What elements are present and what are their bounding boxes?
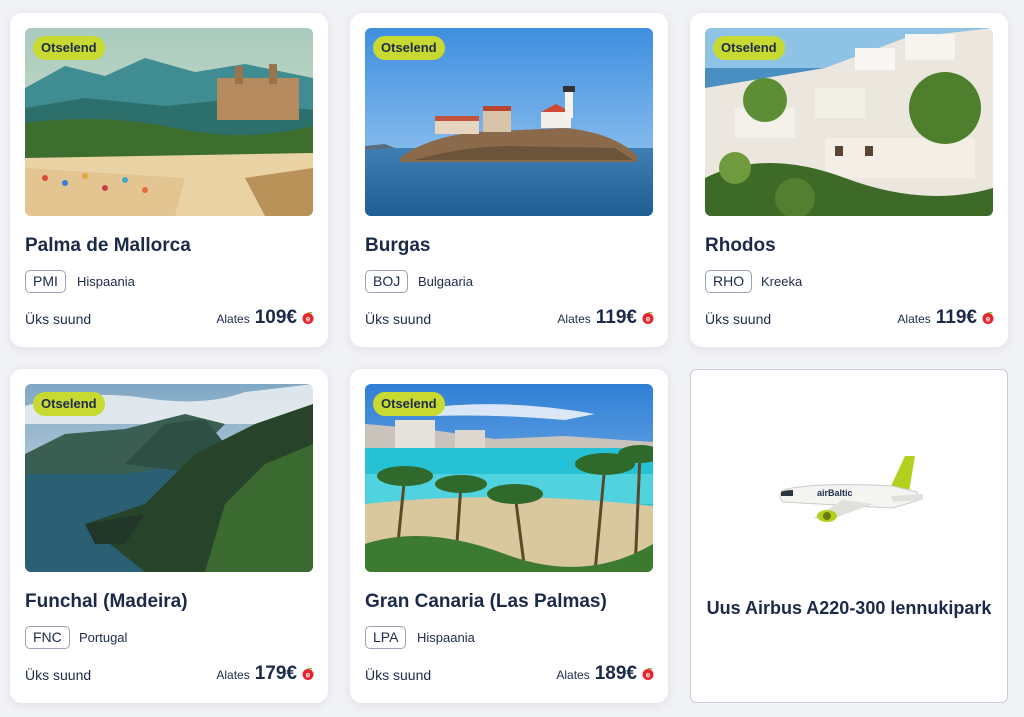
price-block: Alates 109€ e [216, 307, 314, 329]
svg-text:e: e [306, 671, 311, 680]
one-way-label: Üks suund [365, 667, 432, 683]
price-amount: 119€ [595, 307, 637, 328]
euro-icon: e [302, 312, 314, 324]
destination-card-burgas[interactable]: Otselend Burgas BOJ Bulgaaria Üks suund … [350, 13, 668, 347]
price-block: Alates 189€ e [556, 663, 654, 685]
price-amount: 119€ [935, 307, 977, 328]
price-amount: 189€ [594, 663, 637, 684]
airport-code-tag: RHO [705, 270, 753, 293]
destination-city: Palma de Mallorca [25, 235, 191, 256]
destination-card-gran-canaria[interactable]: Otselend Gran Canaria (Las Palmas) LPA H… [350, 369, 668, 703]
price-from-label: Alates [897, 312, 931, 326]
price-amount: 109€ [254, 307, 297, 328]
destination-city: Funchal (Madeira) [25, 591, 188, 612]
direct-flight-badge: Otselend [33, 36, 105, 60]
euro-icon: e [302, 668, 314, 680]
destination-country: Hispaania [417, 630, 475, 645]
airplane-illustration: airBaltic [779, 456, 923, 522]
direct-flight-badge: Otselend [33, 392, 105, 416]
price-from-label: Alates [556, 668, 590, 682]
destination-city: Rhodos [705, 235, 776, 256]
price-block: Alates 179€ e [216, 663, 314, 685]
direct-flight-badge: Otselend [713, 36, 785, 60]
direct-flight-badge: Otselend [373, 36, 445, 60]
airport-code-tag: FNC [25, 626, 70, 649]
svg-text:e: e [306, 315, 311, 324]
airport-code-tag: PMI [25, 270, 66, 293]
destination-country: Bulgaaria [418, 274, 473, 289]
promo-title: Uus Airbus A220-300 lennukipark [706, 598, 992, 618]
destination-photo: Otselend [365, 384, 653, 572]
one-way-label: Üks suund [365, 311, 432, 327]
euro-icon: e [982, 312, 994, 324]
svg-text:e: e [986, 315, 991, 324]
destination-city: Burgas [365, 235, 431, 256]
price-block: Alates 119€ e [897, 307, 994, 329]
destination-photo: Otselend [365, 28, 653, 216]
direct-flight-badge: Otselend [373, 392, 445, 416]
price-from-label: Alates [557, 312, 591, 326]
price-amount: 179€ [254, 663, 297, 684]
svg-text:e: e [646, 671, 651, 680]
price-block: Alates 119€ e [557, 307, 654, 329]
price-from-label: Alates [216, 668, 250, 682]
airport-code-tag: BOJ [365, 270, 409, 293]
euro-icon: e [642, 668, 654, 680]
one-way-label: Üks suund [25, 311, 92, 327]
destination-country: Portugal [79, 630, 128, 645]
price-from-label: Alates [216, 312, 250, 326]
destination-country: Kreeka [761, 274, 803, 289]
destination-card-palma[interactable]: Otselend Palma de Mallorca PMI Hispaania… [10, 13, 328, 347]
destination-city: Gran Canaria (Las Palmas) [365, 591, 607, 612]
destination-photo: Otselend [705, 28, 993, 216]
one-way-label: Üks suund [705, 311, 772, 327]
one-way-label: Üks suund [25, 667, 92, 683]
airport-code-tag: LPA [365, 626, 407, 649]
svg-text:e: e [646, 315, 651, 324]
euro-icon: e [642, 312, 654, 324]
destination-photo: Otselend [25, 384, 313, 572]
destination-country: Hispaania [77, 274, 135, 289]
fleet-promo-card[interactable]: airBaltic Uus Airbus A220-300 lennukipar… [690, 369, 1008, 703]
destination-photo: Otselend [25, 28, 313, 216]
destination-card-funchal[interactable]: Otselend Funchal (Madeira) FNC Portugal … [10, 369, 328, 703]
destination-card-rhodos[interactable]: Otselend Rhodos RHO Kreeka Üks suund Ala… [690, 13, 1008, 347]
airbaltic-logo: airBaltic [817, 488, 853, 498]
